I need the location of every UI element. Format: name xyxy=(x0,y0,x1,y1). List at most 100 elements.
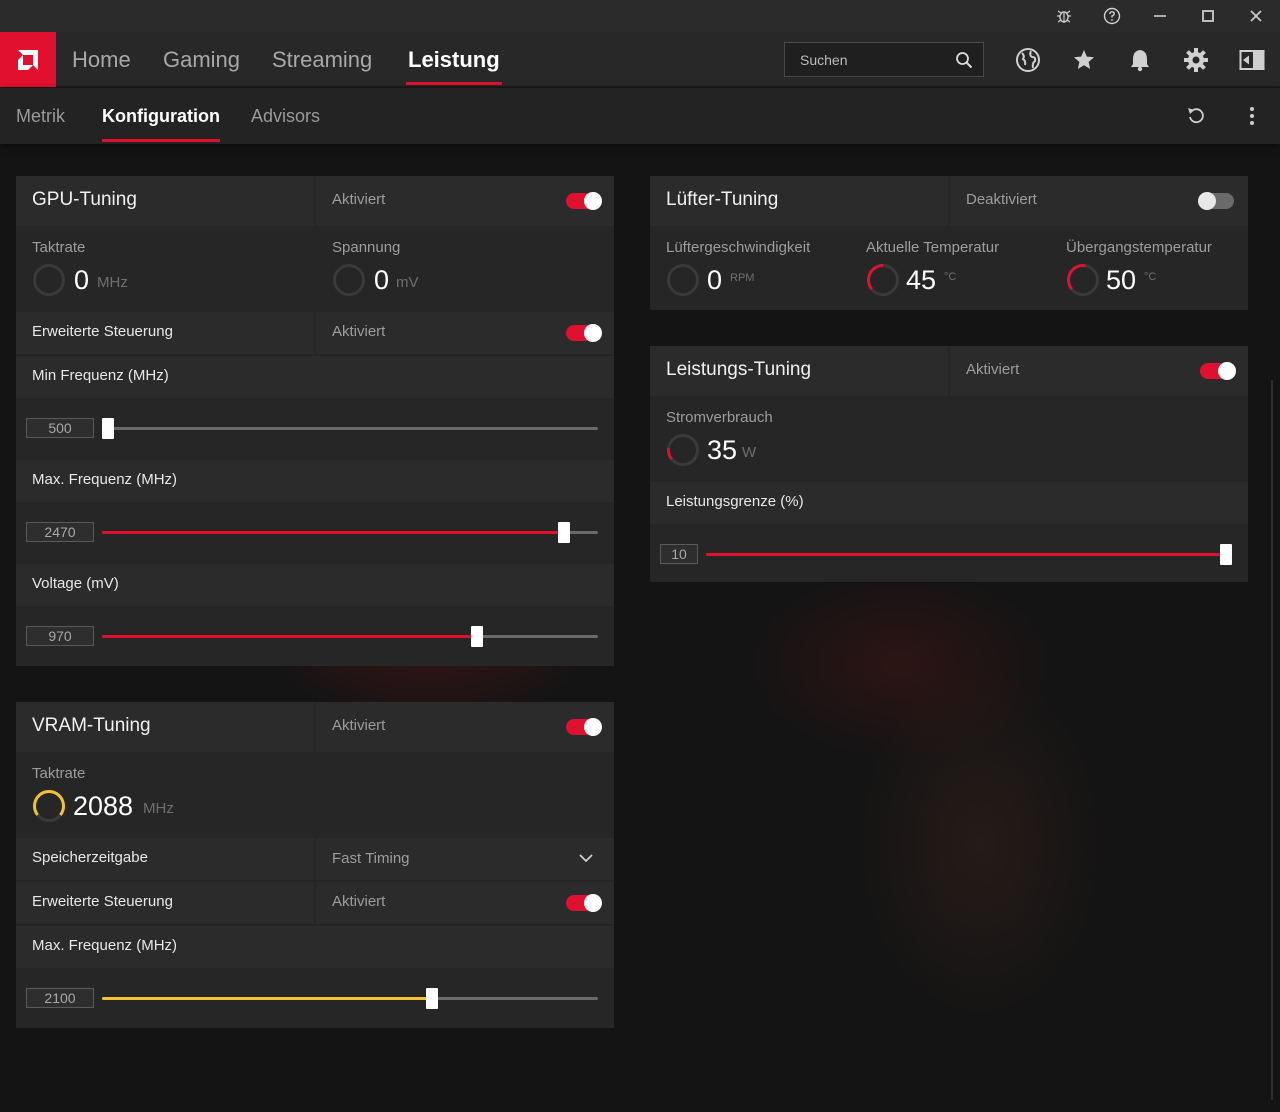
min-freq-slider[interactable] xyxy=(102,418,598,439)
power-consumption-gauge xyxy=(666,434,699,466)
vram-max-freq-value[interactable]: 2100 xyxy=(26,988,94,1008)
fan-tuning-panel: Lüfter-Tuning Deaktiviert Lüftergeschwin… xyxy=(650,176,1248,310)
vram-advanced-label: Erweiterte Steuerung xyxy=(32,893,173,910)
current-temp-cell: Aktuelle Temperatur 45 °C xyxy=(850,228,1048,310)
voltage-value[interactable]: 970 xyxy=(26,626,94,646)
gpu-advanced-toggle[interactable] xyxy=(566,324,602,342)
slider-thumb[interactable] xyxy=(425,988,438,1009)
fan-speed-label: Lüftergeschwindigkeit xyxy=(666,239,811,256)
minimize-icon[interactable] xyxy=(1136,0,1184,32)
min-freq-value[interactable]: 500 xyxy=(26,418,94,438)
vram-advanced-state: Aktiviert xyxy=(332,893,386,910)
slider-thumb[interactable] xyxy=(558,522,571,543)
tab-metrik[interactable]: Metrik xyxy=(16,88,65,144)
tab-advisors[interactable]: Advisors xyxy=(251,88,320,144)
gpu-advanced-cell: Erweiterte Steuerung xyxy=(16,312,314,354)
star-icon[interactable] xyxy=(1070,46,1098,74)
fan-tuning-title: Lüfter-Tuning xyxy=(666,189,779,210)
main-navigation: Home Gaming Streaming Leistung xyxy=(0,32,1280,87)
search-box xyxy=(784,42,984,77)
slider-thumb[interactable] xyxy=(1220,544,1232,565)
tab-konfiguration[interactable]: Konfiguration xyxy=(102,88,220,144)
chevron-down-icon xyxy=(579,854,593,863)
timing-dropdown[interactable]: Fast Timing xyxy=(316,838,614,880)
globe-icon[interactable] xyxy=(1014,46,1042,74)
fan-tuning-state: Deaktiviert xyxy=(966,191,1037,208)
gpu-clock-unit: MHz xyxy=(97,274,128,291)
fan-tuning-header: Lüfter-Tuning xyxy=(650,176,948,226)
slider-fill xyxy=(102,635,477,638)
max-freq-slider[interactable] xyxy=(102,522,598,543)
vram-clock-unit: MHz xyxy=(143,800,174,817)
min-freq-header: Min Frequenz (MHz) xyxy=(16,356,614,398)
junction-temp-value: 50 xyxy=(1106,265,1137,295)
power-tuning-state-cell: Aktiviert xyxy=(950,346,1248,396)
vram-max-freq-slider[interactable] xyxy=(102,988,598,1009)
current-temp-label: Aktuelle Temperatur xyxy=(866,239,1000,256)
timing-cell: Speicherzeitgabe xyxy=(16,838,314,880)
nav-streaming[interactable]: Streaming xyxy=(272,32,372,87)
gpu-tuning-toggle[interactable] xyxy=(566,192,602,210)
nav-leistung[interactable]: Leistung xyxy=(406,32,502,87)
vram-clock-gauge xyxy=(33,790,65,822)
power-limit-value[interactable]: 10 xyxy=(660,544,698,564)
max-freq-header: Max. Frequenz (MHz) xyxy=(16,460,614,502)
vram-advanced-state-cell: Aktiviert xyxy=(316,882,614,924)
bug-icon[interactable] xyxy=(1040,0,1088,32)
gpu-tuning-title: GPU-Tuning xyxy=(32,189,137,210)
gpu-clock-label: Taktrate xyxy=(32,239,86,256)
nav-home[interactable]: Home xyxy=(72,32,131,87)
amd-logo[interactable] xyxy=(0,32,56,87)
vram-tuning-toggle[interactable] xyxy=(566,718,602,736)
power-consumption-value: 35 xyxy=(707,435,738,465)
fan-tuning-toggle[interactable] xyxy=(1198,192,1234,210)
slider-thumb[interactable] xyxy=(102,418,114,439)
help-icon[interactable] xyxy=(1088,0,1136,32)
maximize-icon[interactable] xyxy=(1184,0,1232,32)
timing-label: Speicherzeitgabe xyxy=(32,849,148,866)
power-consumption-label: Stromverbrauch xyxy=(666,409,773,426)
voltage-label: Voltage (mV) xyxy=(32,575,119,592)
scrollbar[interactable] xyxy=(1271,380,1273,1100)
vram-tuning-header: VRAM-Tuning xyxy=(16,702,314,752)
bell-icon[interactable] xyxy=(1126,46,1154,74)
slider-fill xyxy=(706,553,1226,556)
vram-tuning-state: Aktiviert xyxy=(332,717,386,734)
gpu-advanced-label: Erweiterte Steuerung xyxy=(32,323,173,340)
gpu-voltage-label: Spannung xyxy=(332,239,401,256)
reset-icon[interactable] xyxy=(1184,104,1208,128)
search-icon[interactable] xyxy=(955,51,973,69)
vram-advanced-toggle[interactable] xyxy=(566,894,602,912)
slider-fill xyxy=(102,997,432,1000)
current-temp-value: 45 xyxy=(906,265,937,295)
max-freq-value[interactable]: 2470 xyxy=(26,522,94,542)
gpu-advanced-state-cell: Aktiviert xyxy=(316,312,614,354)
power-limit-header: Leistungsgrenze (%) xyxy=(650,482,1248,524)
min-freq-label: Min Frequenz (MHz) xyxy=(32,367,169,384)
vram-clock-label: Taktrate xyxy=(32,765,86,782)
power-tuning-header: Leistungs-Tuning xyxy=(650,346,948,396)
gpu-clock-cell: Taktrate 0 MHz xyxy=(16,228,314,310)
search-input[interactable] xyxy=(785,43,945,76)
slider-fill xyxy=(102,531,565,534)
close-icon[interactable] xyxy=(1232,0,1280,32)
gpu-voltage-value: 0 xyxy=(374,265,390,295)
slider-thumb[interactable] xyxy=(470,626,483,647)
timing-value: Fast Timing xyxy=(332,850,410,867)
sidebar-icon[interactable] xyxy=(1238,46,1266,74)
gpu-clock-gauge xyxy=(33,264,65,296)
min-freq-row: 500 xyxy=(16,398,614,458)
junction-temp-gauge xyxy=(1066,263,1099,296)
power-limit-slider[interactable] xyxy=(706,544,1232,565)
gear-icon[interactable] xyxy=(1182,46,1210,74)
junction-temp-unit: °C xyxy=(1144,271,1157,283)
gpu-voltage-unit: mV xyxy=(396,274,419,291)
gpu-tuning-state-cell: Aktiviert xyxy=(316,176,614,226)
max-freq-label: Max. Frequenz (MHz) xyxy=(32,471,178,488)
max-freq-row: 2470 xyxy=(16,502,614,562)
power-tuning-toggle[interactable] xyxy=(1200,362,1236,380)
nav-gaming[interactable]: Gaming xyxy=(163,32,240,87)
title-bar xyxy=(0,0,1280,32)
voltage-slider[interactable] xyxy=(102,626,598,647)
more-vertical-icon[interactable] xyxy=(1240,104,1264,128)
